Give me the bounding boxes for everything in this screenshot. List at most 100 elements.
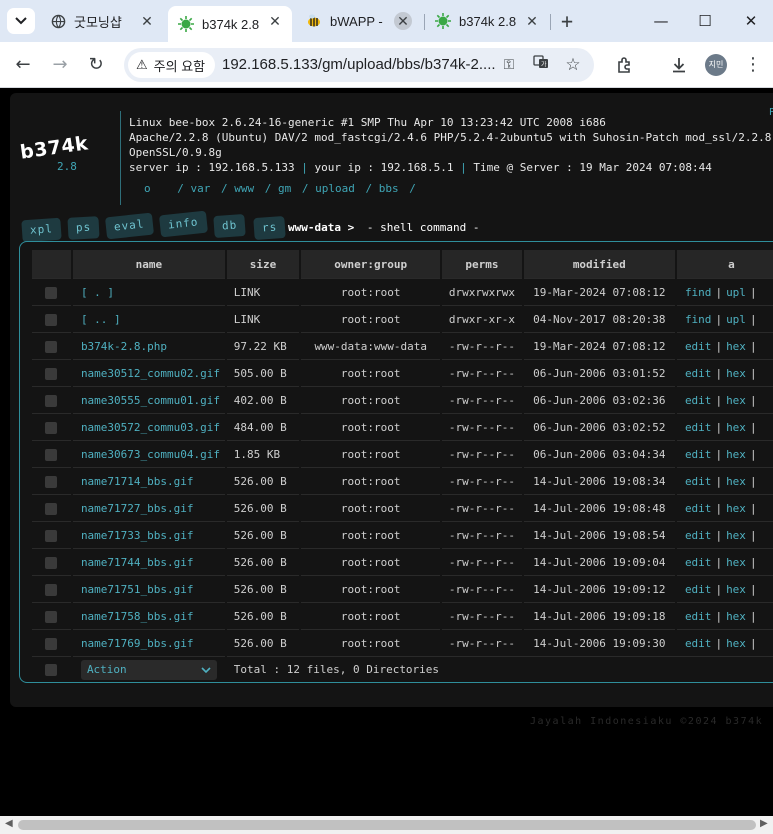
action-secondary-link[interactable]: hex (726, 340, 746, 353)
action-secondary-link[interactable]: hex (726, 475, 746, 488)
row-checkbox[interactable] (45, 637, 58, 650)
action-primary-link[interactable]: edit (685, 583, 712, 596)
file-name[interactable]: name30555_commu01.gif (72, 386, 225, 413)
action-select[interactable]: Action (80, 659, 217, 680)
file-name[interactable]: name71751_bbs.gif (72, 575, 225, 602)
file-modified[interactable]: 06-Jun-2006 03:02:36 (523, 386, 675, 413)
table-row[interactable]: name30512_commu02.gif 505.00 Broot:root -r… (32, 359, 773, 386)
path-end[interactable]: / (409, 182, 416, 195)
action-primary-link[interactable]: edit (685, 502, 712, 515)
b374k-logo[interactable]: b374k (19, 132, 90, 163)
row-checkbox[interactable] (45, 475, 58, 488)
close-icon[interactable]: ✕ (523, 12, 541, 30)
action-secondary-link[interactable]: hex (726, 583, 746, 596)
file-name[interactable]: name71733_bbs.gif (72, 521, 225, 548)
file-modified[interactable]: 06-Jun-2006 03:01:52 (523, 359, 675, 386)
file-perms[interactable]: drwxr-xr-x (442, 305, 522, 332)
file-perms[interactable]: -rw-r--r-- (442, 494, 522, 521)
action-secondary-link[interactable]: hex (726, 421, 746, 434)
download-icon[interactable] (666, 52, 692, 78)
row-checkbox[interactable] (45, 421, 58, 434)
action-primary-link[interactable]: edit (685, 367, 712, 380)
security-indicator[interactable]: ⚠ 주의 요함 (128, 52, 216, 78)
close-icon[interactable]: ✕ (138, 12, 156, 30)
row-checkbox[interactable] (45, 313, 58, 326)
address-bar[interactable]: ⚠ 주의 요함 192.168.5.133/gm/upload/bbs/b374… (124, 48, 594, 82)
maximize-icon[interactable]: ☐ (690, 8, 720, 34)
path-root[interactable]: o (144, 182, 151, 195)
menu-eval[interactable]: eval (104, 212, 154, 240)
shell-command-label[interactable]: - shell command - (367, 221, 480, 234)
file-name[interactable]: name71758_bbs.gif (72, 602, 225, 629)
action-secondary-link[interactable]: hex (726, 502, 746, 515)
action-primary-link[interactable]: edit (685, 556, 712, 569)
table-row[interactable]: name71714_bbs.gif 526.00 Broot:root -rw-r-… (32, 467, 773, 494)
profile-avatar[interactable]: 지민 (705, 54, 727, 76)
file-perms[interactable]: -rw-r--r-- (442, 548, 522, 575)
row-checkbox[interactable] (45, 583, 58, 596)
file-modified[interactable]: 14-Jul-2006 19:08:54 (523, 521, 675, 548)
file-modified[interactable]: 04-Nov-2017 08:20:38 (523, 305, 675, 332)
table-row[interactable]: b374k-2.8.php 97.22 KB www-data:www-data -r… (32, 332, 773, 359)
file-name[interactable]: b374k-2.8.php (72, 332, 225, 359)
file-perms[interactable]: -rw-r--r-- (442, 467, 522, 494)
table-row[interactable]: name71751_bbs.gif 526.00 Broot:root -rw-r-… (32, 575, 773, 602)
tab-goodmorning[interactable]: 굿모닝샵 ✕ (40, 6, 164, 36)
file-modified[interactable]: 14-Jul-2006 19:08:48 (523, 494, 675, 521)
file-name[interactable]: name71744_bbs.gif (72, 548, 225, 575)
row-checkbox[interactable] (45, 394, 58, 407)
action-secondary-link[interactable]: hex (726, 610, 746, 623)
action-primary-link[interactable]: edit (685, 475, 712, 488)
extensions-icon[interactable] (612, 52, 638, 78)
action-secondary-link[interactable]: upl (726, 313, 746, 326)
bookmark-star-icon[interactable]: ☆ (562, 54, 584, 76)
file-modified[interactable]: 14-Jul-2006 19:09:12 (523, 575, 675, 602)
file-name[interactable]: name71769_bbs.gif (72, 629, 225, 656)
col-action[interactable]: a (676, 250, 773, 278)
file-perms[interactable]: -rw-r--r-- (442, 359, 522, 386)
more-menu-icon[interactable]: ⋮ (740, 52, 766, 78)
file-perms[interactable]: -rw-r--r-- (442, 386, 522, 413)
new-tab-button[interactable]: + (556, 10, 578, 32)
tab-b374k-second[interactable]: b374k 2.8 ✕ (425, 6, 549, 36)
file-perms[interactable]: -rw-r--r-- (442, 440, 522, 467)
path-gm[interactable]: / gm (265, 182, 292, 195)
table-row[interactable]: name30555_commu01.gif 402.00 Broot:root -r… (32, 386, 773, 413)
path-bbs[interactable]: / bbs (365, 182, 398, 195)
file-modified[interactable]: 06-Jun-2006 03:04:34 (523, 440, 675, 467)
action-primary-link[interactable]: edit (685, 421, 712, 434)
row-checkbox[interactable] (45, 529, 58, 542)
action-primary-link[interactable]: edit (685, 394, 712, 407)
menu-ps[interactable]: ps (67, 216, 100, 240)
col-modified[interactable]: modified (523, 250, 675, 278)
scroll-left-icon[interactable]: ◀ (5, 818, 13, 829)
close-icon[interactable]: ✕ (394, 12, 412, 30)
action-primary-link[interactable]: find (685, 313, 712, 326)
shell-prompt[interactable]: www-data > - shell command - (288, 221, 479, 234)
file-perms[interactable]: -rw-r--r-- (442, 629, 522, 656)
col-name[interactable]: name (72, 250, 225, 278)
file-perms[interactable]: -rw-r--r-- (442, 602, 522, 629)
file-modified[interactable]: 14-Jul-2006 19:09:04 (523, 548, 675, 575)
action-secondary-link[interactable]: hex (726, 448, 746, 461)
action-secondary-link[interactable]: hex (726, 367, 746, 380)
row-checkbox[interactable] (45, 610, 58, 623)
file-name[interactable]: name30512_commu02.gif (72, 359, 225, 386)
table-row[interactable]: [ . ] LINK root:root drwxrwxrwx 19-Mar-2024 … (32, 278, 773, 305)
menu-info[interactable]: info (158, 210, 208, 238)
file-modified[interactable]: 14-Jul-2006 19:08:34 (523, 467, 675, 494)
forward-icon[interactable]: → (47, 52, 73, 78)
scrollbar-thumb[interactable] (18, 820, 756, 830)
tab-search-button[interactable] (7, 8, 35, 34)
row-checkbox[interactable] (45, 286, 58, 299)
col-owner[interactable]: owner:group (301, 250, 441, 278)
file-name[interactable]: name30673_commu04.gif (72, 440, 225, 467)
menu-xpl[interactable]: xpl (21, 217, 62, 243)
menu-db[interactable]: db (213, 213, 246, 239)
action-secondary-link[interactable]: hex (726, 394, 746, 407)
row-checkbox[interactable] (45, 448, 58, 461)
action-primary-link[interactable]: edit (685, 610, 712, 623)
file-modified[interactable]: 19-Mar-2024 07:08:12 (523, 332, 675, 359)
action-primary-link[interactable]: edit (685, 340, 712, 353)
row-checkbox[interactable] (45, 340, 58, 353)
